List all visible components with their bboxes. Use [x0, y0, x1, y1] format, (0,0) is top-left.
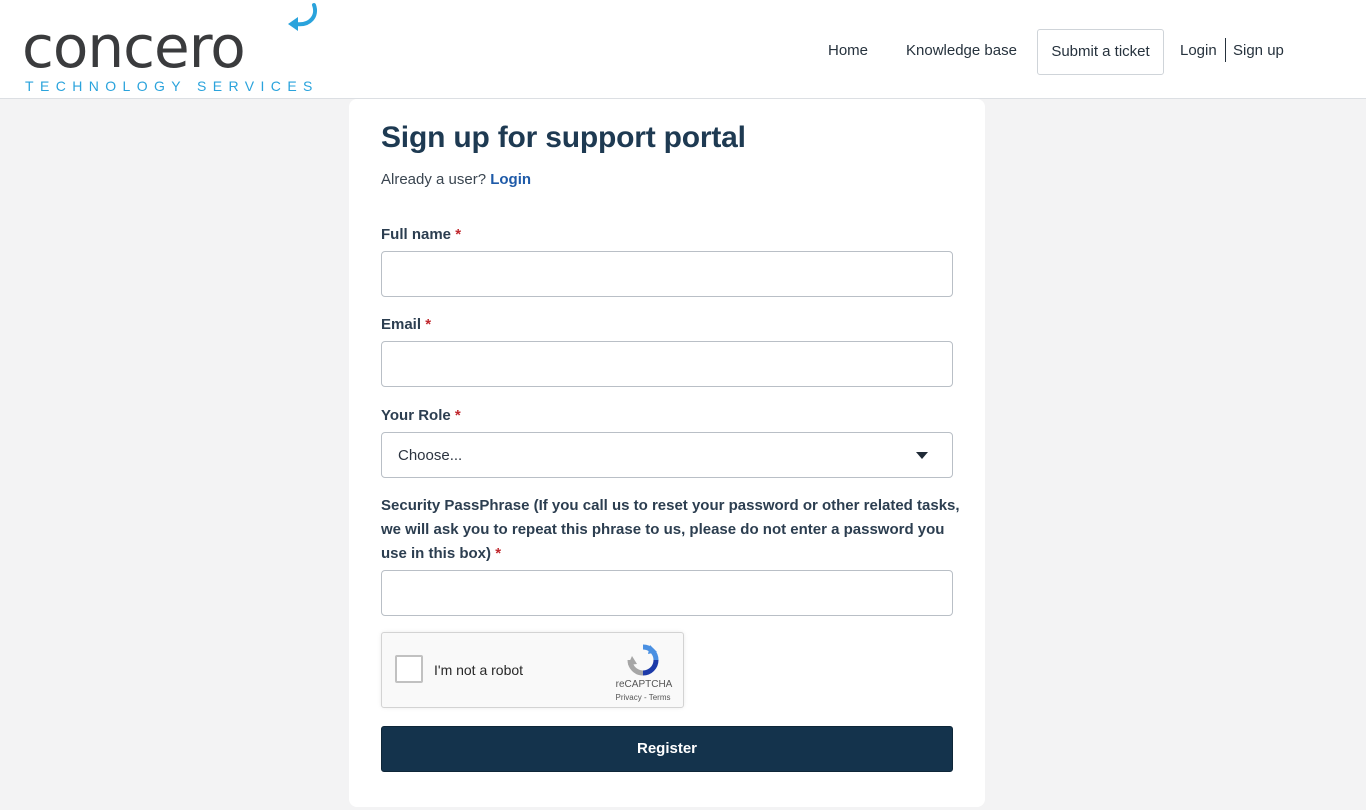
nav-knowledge-base-link[interactable]: Knowledge base	[906, 42, 1017, 60]
site-header: concero TECHNOLOGY SERVICES Home Knowled…	[0, 0, 1366, 99]
required-mark: *	[454, 407, 461, 424]
recaptcha-brand: reCAPTCHA	[615, 679, 673, 690]
login-link[interactable]: Login	[490, 171, 531, 188]
recaptcha-icon	[627, 644, 659, 676]
passphrase-label: Security PassPhrase (If you call us to r…	[381, 494, 961, 566]
email-label-text: Email	[381, 316, 422, 333]
role-label: Your Role *	[381, 407, 461, 424]
recaptcha-checkbox[interactable]	[395, 655, 423, 683]
recaptcha-widget: I'm not a robot reCAPTCHA Privacy - Term…	[381, 632, 684, 708]
page-title: Sign up for support portal	[381, 121, 746, 154]
required-mark: *	[495, 545, 502, 562]
logo-tagline: TECHNOLOGY SERVICES	[25, 78, 319, 94]
chevron-down-icon	[916, 452, 928, 459]
passphrase-label-text: Security PassPhrase (If you call us to r…	[381, 497, 960, 562]
logo-wordmark: concero	[22, 13, 246, 81]
role-select-value: Choose...	[398, 447, 463, 464]
required-mark: *	[425, 316, 432, 333]
required-mark: *	[455, 226, 462, 243]
submit-ticket-button[interactable]: Submit a ticket	[1037, 29, 1164, 75]
role-select[interactable]: Choose...	[381, 432, 953, 478]
signup-card: Sign up for support portal Already a use…	[349, 99, 985, 807]
email-input[interactable]	[381, 341, 953, 387]
concero-logo[interactable]: concero TECHNOLOGY SERVICES	[22, 2, 322, 94]
full-name-input[interactable]	[381, 251, 953, 297]
nav-home-link[interactable]: Home	[828, 42, 868, 60]
email-label: Email *	[381, 316, 431, 333]
already-user-text: Already a user? Login	[381, 171, 531, 188]
role-label-text: Your Role	[381, 407, 451, 424]
nav-divider	[1225, 38, 1226, 62]
nav-signup-link[interactable]: Sign up	[1233, 42, 1284, 60]
full-name-label: Full name *	[381, 226, 461, 243]
nav-login-link[interactable]: Login	[1180, 42, 1217, 60]
recaptcha-privacy-terms-link[interactable]: Privacy - Terms	[610, 693, 676, 702]
register-button[interactable]: Register	[381, 726, 953, 772]
recaptcha-label: I'm not a robot	[434, 662, 524, 678]
already-user-label: Already a user?	[381, 171, 487, 188]
passphrase-input[interactable]	[381, 570, 953, 616]
logo-swoosh-icon	[288, 3, 317, 31]
full-name-label-text: Full name	[381, 226, 452, 243]
